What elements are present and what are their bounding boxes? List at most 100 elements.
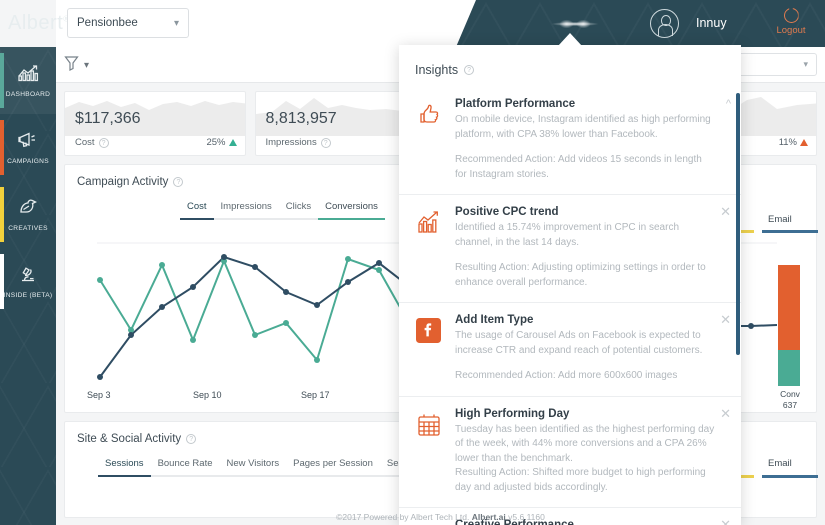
panel-pointer [558, 33, 582, 46]
avatar[interactable] [650, 9, 679, 38]
insight-action: Resulting Action: Adjusting optimizing s… [455, 262, 706, 288]
chevron-down-icon: ▾ [84, 60, 90, 71]
account-select[interactable]: Pensionbee ▾ [67, 8, 189, 38]
megaphone-icon [17, 131, 39, 154]
sidebar: DASHBOARD CAMPAIGNS CREATIVES INSIDE (BE… [0, 47, 56, 525]
bar-label-value: 637 [782, 400, 798, 410]
kpi-value: 8,813,957 [265, 110, 337, 127]
power-icon [783, 8, 799, 23]
close-icon[interactable]: ✕ [720, 407, 731, 420]
insights-title: Insights ? [415, 63, 475, 77]
footer-brand: Albert.ai [471, 512, 506, 522]
x-axis-label-1: Sep 10 [193, 390, 222, 400]
tab-conversions[interactable]: Conversions [318, 201, 385, 220]
insight-title: Positive CPC trend [455, 206, 559, 218]
logout-label: Logout [776, 25, 806, 36]
tab-pages-per-session[interactable]: Pages per Session [286, 458, 380, 477]
kpi-delta: 11% [779, 137, 808, 148]
sidebar-item-label: DASHBOARD [5, 90, 51, 98]
insight-title: Add Item Type [455, 314, 534, 326]
info-icon[interactable]: ? [320, 137, 331, 148]
sidebar-item-label: CREATIVES [8, 224, 48, 232]
sidebar-accent-dashboard [0, 53, 4, 108]
chevron-down-icon: ▾ [173, 17, 179, 29]
sidebar-item-campaigns[interactable]: CAMPAIGNS [0, 114, 56, 181]
kpi-label: Impressions [265, 137, 317, 148]
insight-body: Identified a 15.74% improvement in CPC i… [455, 222, 680, 248]
kpi-value: $117,366 [75, 110, 141, 127]
tab-cost[interactable]: Cost [180, 201, 214, 220]
page-title: Campaign Activity [77, 176, 169, 188]
insights-list[interactable]: ^ Platform Performance On mobile device,… [399, 87, 741, 525]
insight-item[interactable]: ✕ High Performing Day Tuesday has been i… [399, 397, 741, 508]
footer: ©2017 Powered by Albert Tech Ltd. Albert… [56, 512, 825, 522]
campaign-activity-tabs: Cost Impressions Clicks Conversions [180, 201, 385, 220]
legend-email: Email [768, 458, 792, 469]
sidebar-accent-creatives [0, 187, 4, 242]
info-icon[interactable]: ? [186, 434, 197, 444]
topbar: Albert® Pensionbee ▾ Innuy Logout [0, 0, 825, 47]
info-icon[interactable]: ? [98, 137, 109, 148]
insight-title: Platform Performance [455, 98, 576, 110]
sidebar-item-creatives[interactable]: CREATIVES [0, 181, 56, 248]
insight-item[interactable]: ✕ Positive CPC trend Identified a 15.74%… [399, 195, 741, 303]
bar-chart-trend-icon [415, 209, 443, 237]
close-icon[interactable]: ✕ [720, 205, 731, 218]
kpi-card-cost[interactable]: $117,366 Cost? 25% [64, 91, 246, 156]
stacked-bar-lower[interactable] [778, 350, 800, 386]
bar-label: Conv 637 [770, 389, 810, 411]
sidebar-item-label: CAMPAIGNS [7, 157, 49, 165]
arrow-up-icon [800, 139, 808, 146]
card-title: Site & Social Activity ? [77, 433, 197, 445]
insight-body: Tuesday has been identified as the highe… [455, 423, 715, 464]
tab-bounce-rate[interactable]: Bounce Rate [150, 458, 220, 477]
x-axis-label-0: Sep 3 [87, 390, 111, 400]
kpi-label: Cost [75, 137, 95, 148]
app-logo: Albert® [8, 12, 70, 35]
legend-email: Email [768, 214, 792, 225]
legend-rule-blue [762, 475, 818, 478]
tab-impressions[interactable]: Impressions [213, 201, 279, 220]
insight-body: The usage of Carousel Ads on Facebook is… [455, 330, 703, 356]
tab-new-visitors[interactable]: New Visitors [219, 458, 287, 477]
insight-body: On mobile device, Instagram identified a… [455, 114, 711, 140]
footer-version: v5.6.1160 [508, 512, 545, 522]
legend-rule-blue [762, 230, 818, 233]
kpi-delta-value: 25% [206, 137, 226, 148]
insight-action: Recommended Action: Add videos 15 second… [455, 154, 702, 180]
insights-scrollbar-thumb[interactable] [736, 93, 740, 355]
filter-button[interactable]: ▾ [64, 55, 89, 76]
chevron-down-icon: ▾ [803, 59, 808, 69]
footer-copyright: ©2017 Powered by Albert Tech Ltd. [336, 512, 470, 522]
sidebar-item-inside[interactable]: INSIDE (BETA) [0, 248, 56, 315]
bar-chart-icon [17, 64, 39, 87]
swan-icon [17, 198, 39, 221]
filter-icon [64, 55, 79, 76]
albert-wave-logo [540, 17, 610, 31]
x-axis-label-2: Sep 17 [301, 390, 330, 400]
insight-title: High Performing Day [455, 407, 570, 420]
app-logo-text: Albert [8, 12, 64, 34]
logout-button[interactable]: Logout [770, 8, 812, 36]
facebook-icon [415, 317, 443, 345]
insights-title-text: Insights [415, 63, 459, 77]
username-label: Innuy [696, 16, 727, 30]
arrow-up-icon [228, 139, 237, 146]
sidebar-accent-inside [0, 254, 4, 309]
info-icon[interactable]: ? [173, 177, 184, 187]
thumbs-up-icon [415, 101, 443, 129]
insight-action: Recommended Action: Add more 600x600 ima… [455, 370, 678, 381]
stacked-bar-upper[interactable] [778, 265, 800, 350]
tab-clicks[interactable]: Clicks [278, 201, 319, 220]
info-icon[interactable]: ? [464, 65, 475, 75]
close-icon[interactable]: ✕ [720, 313, 731, 326]
sidebar-accent-campaigns [0, 120, 4, 175]
sidebar-item-dashboard[interactable]: DASHBOARD [0, 47, 56, 114]
insight-item[interactable]: ✕ Add Item Type The usage of Carousel Ad… [399, 303, 741, 397]
insight-item[interactable]: ^ Platform Performance On mobile device,… [399, 87, 741, 195]
chevron-up-icon[interactable]: ^ [726, 99, 731, 110]
card-title: Campaign Activity ? [77, 176, 184, 188]
kpi-delta: 25% [206, 137, 237, 148]
tab-sessions[interactable]: Sessions [98, 458, 151, 477]
calendar-icon [415, 411, 443, 439]
